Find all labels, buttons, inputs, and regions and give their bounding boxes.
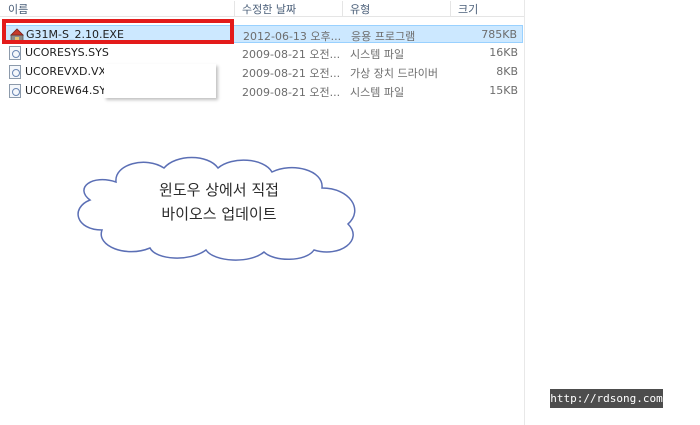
file-date: 2009-08-21 오전...: [242, 86, 341, 99]
file-row[interactable]: UCOREW64.SYS 2009-08-21 오전... 시스템 파일 15K…: [5, 82, 523, 100]
file-name: UCOREW64.SYS: [25, 84, 114, 97]
column-header: 이름 수정한 날짜 유형 크기: [0, 0, 525, 17]
file-type: 시스템 파일: [350, 86, 405, 99]
system-file-icon: [9, 46, 21, 60]
annotation-line-1: 윈도우 상에서 직접: [159, 181, 279, 199]
file-size: 16KB: [489, 46, 518, 59]
file-row[interactable]: UCOREVXD.VXD 2009-08-21 오전... 가상 장치 드라이버…: [5, 63, 523, 81]
highlight-box: [2, 19, 234, 44]
file-type: 가상 장치 드라이버: [350, 67, 438, 80]
file-size: 15KB: [489, 84, 518, 97]
annotation-text: 윈도우 상에서 직접 바이오스 업데이트: [68, 178, 370, 226]
hover-tooltip-shadow: [104, 64, 216, 98]
file-name: UCOREVXD.VXD: [25, 65, 115, 78]
column-date-header[interactable]: 수정한 날짜: [242, 1, 296, 17]
file-date: 2009-08-21 오전...: [242, 67, 341, 80]
annotation-line-2: 바이오스 업데이트: [161, 205, 277, 223]
file-type: 응용 프로그램: [351, 30, 416, 43]
system-file-icon: [9, 84, 21, 98]
column-size-header[interactable]: 크기: [458, 1, 478, 17]
column-separator[interactable]: [342, 1, 343, 17]
file-name: UCORESYS.SYS: [25, 46, 109, 59]
column-name-header[interactable]: 이름: [8, 1, 28, 17]
file-size: 8KB: [496, 65, 518, 78]
file-date: 2012-06-13 오후...: [243, 30, 342, 43]
file-date: 2009-08-21 오전...: [242, 48, 341, 61]
column-separator[interactable]: [450, 1, 451, 17]
driver-file-icon: [9, 65, 21, 79]
watermark: http://rdsong.com: [550, 389, 663, 408]
file-row[interactable]: UCORESYS.SYS 2009-08-21 오전... 시스템 파일 16K…: [5, 44, 523, 62]
pane-divider: [524, 0, 525, 425]
file-size: 785KB: [481, 28, 517, 41]
column-type-header[interactable]: 유형: [350, 1, 370, 17]
column-separator[interactable]: [234, 1, 235, 17]
file-type: 시스템 파일: [350, 48, 405, 61]
